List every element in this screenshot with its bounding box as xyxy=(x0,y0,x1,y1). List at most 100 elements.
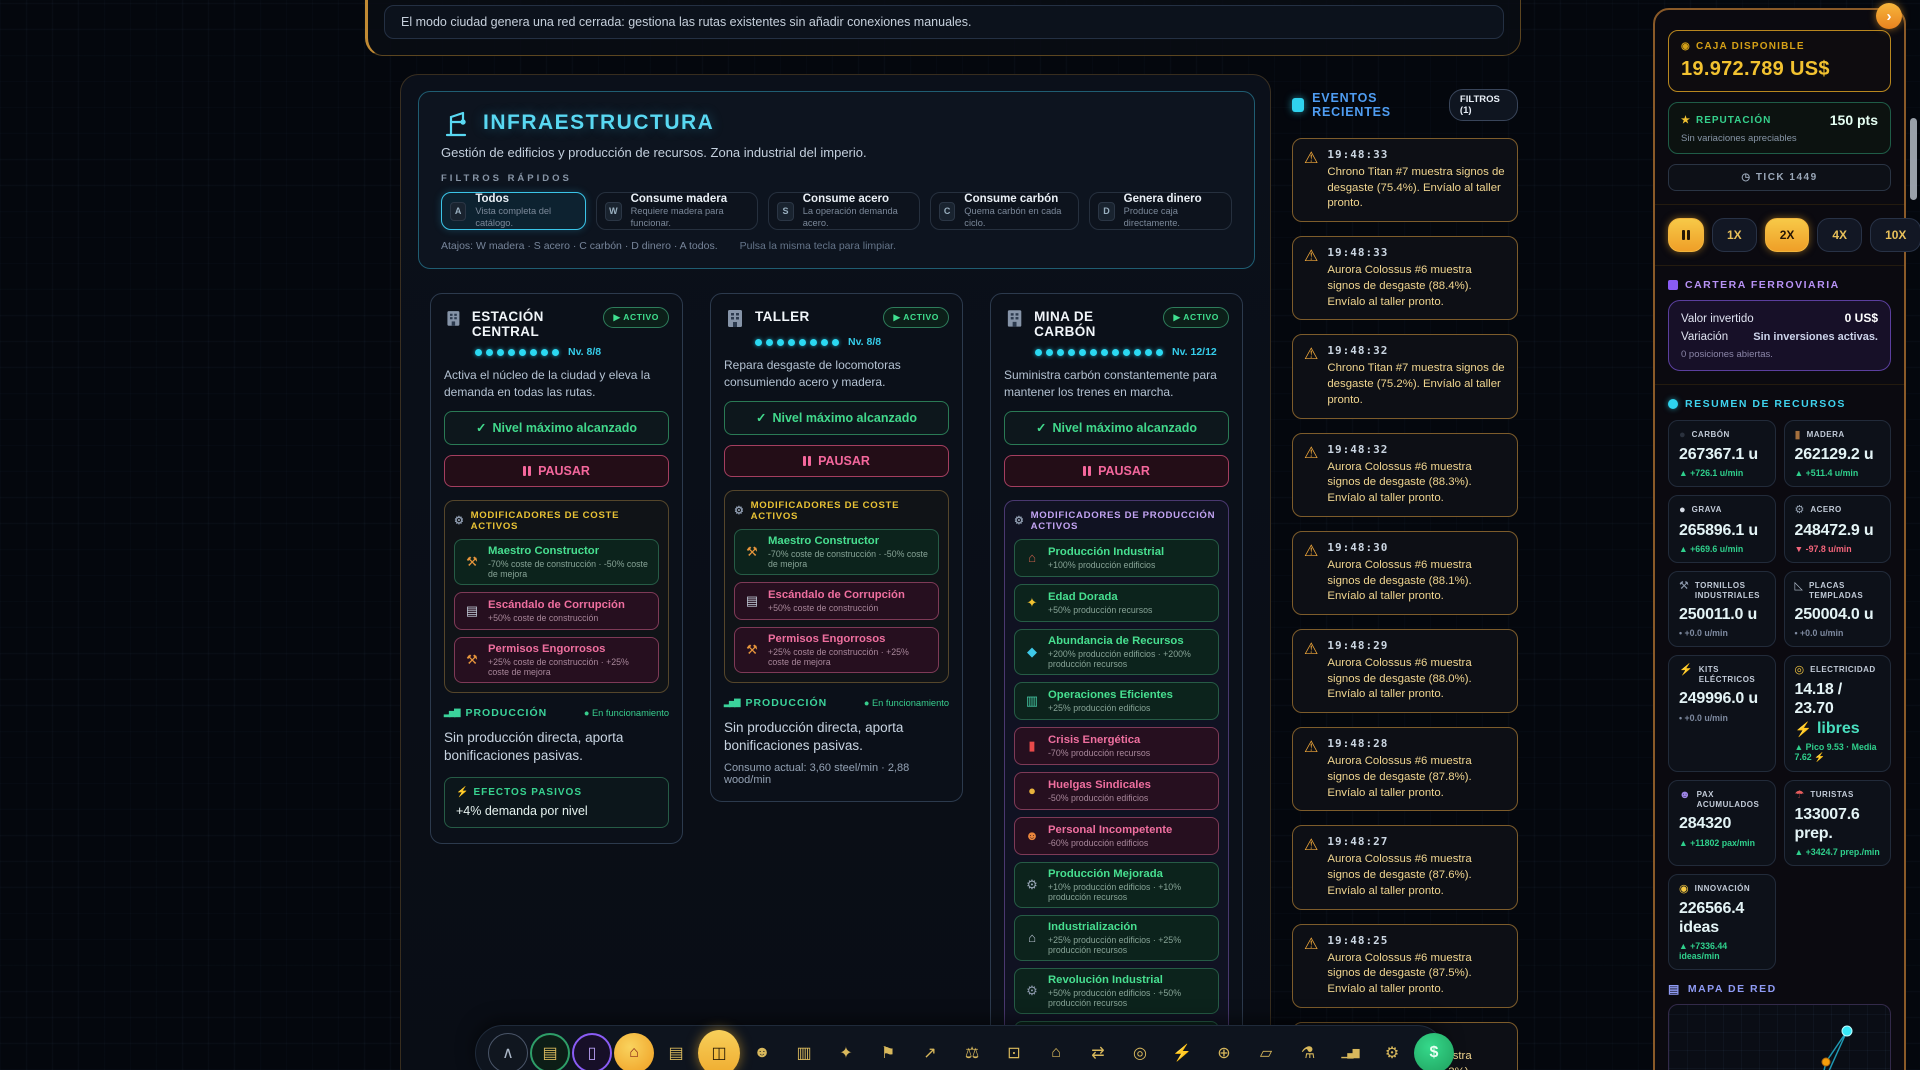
event-card: ⚠ 19:48:32 Chrono Titan #7 muestra signo… xyxy=(1292,334,1518,418)
modifier-icon: ⌂ xyxy=(1024,550,1040,565)
resources-icon xyxy=(1668,399,1678,409)
speed-button[interactable]: 4X xyxy=(1817,218,1862,252)
resource-card-electricity: ◎ELECTRICIDAD 14.18 / 23.70 ⚡libres ▲ Pi… xyxy=(1784,655,1892,772)
ticket-icon[interactable]: ▱ xyxy=(1246,1033,1286,1070)
resource-icon: ☻ xyxy=(1679,789,1691,801)
page-scrollbar[interactable] xyxy=(1910,118,1917,200)
filter-key-badge: S xyxy=(777,202,793,221)
warning-icon: ⚠ xyxy=(1304,148,1318,212)
globe-icon[interactable]: ⊕ xyxy=(1204,1033,1244,1070)
production-status: ● En funcionamiento xyxy=(864,698,949,708)
resource-card: ●GRAVA 265896.1 u ▲ +669.6 u/min xyxy=(1668,495,1776,562)
modifier-icon: ◆ xyxy=(1024,644,1040,660)
finance-icon[interactable]: $ xyxy=(1414,1033,1454,1070)
pause-button[interactable]: PAUSAR xyxy=(444,455,669,487)
filter-button[interactable]: A Todos Vista completa del catálogo. xyxy=(441,192,586,230)
building-card-estacion-central: ESTACIÓN CENTRAL ▶ ACTIVO Nv. 8/8 Activa… xyxy=(430,293,683,844)
modifier-row: ✦ Edad Dorada+50% producción recursos xyxy=(1014,584,1219,622)
modifier-icon: ⚒ xyxy=(744,544,760,560)
events-filters-button[interactable]: FILTROS (1) xyxy=(1449,89,1518,121)
map-icon[interactable]: ▤ xyxy=(656,1033,696,1070)
contracts-icon[interactable]: ▥ xyxy=(784,1033,824,1070)
modifier-row: ▤ Escándalo de Corrupción+50% coste de c… xyxy=(454,592,659,630)
idea-icon[interactable]: ◎ xyxy=(1120,1033,1160,1070)
events-title: EVENTOS RECIENTES xyxy=(1312,91,1441,119)
production-body: Sin producción directa, aporta bonificac… xyxy=(724,719,949,755)
bolt-icon: ⚡ xyxy=(1814,752,1825,762)
network-map[interactable] xyxy=(1668,1004,1891,1070)
modifier-row: ⚒ Maestro Constructor-70% coste de const… xyxy=(734,529,939,575)
level-dots: Nv. 12/12 xyxy=(1035,346,1229,358)
collapse-sidebar-button[interactable]: › xyxy=(1876,3,1902,29)
event-text: Chrono Titan #7 muestra signos de desgas… xyxy=(1327,361,1506,408)
page-title: INFRAESTRUCTURA xyxy=(483,111,714,135)
trend-icon[interactable]: ↗ xyxy=(910,1033,950,1070)
filter-desc: Quema carbón en cada ciclo. xyxy=(964,206,1066,228)
event-card: ⚠ 19:48:29 Aurora Colossus #6 muestra si… xyxy=(1292,629,1518,713)
modifier-row: ▮ Crisis Energética-70% producción recur… xyxy=(1014,727,1219,765)
filter-label: Genera dinero xyxy=(1124,193,1219,206)
sparkles-icon[interactable]: ✦ xyxy=(826,1033,866,1070)
workers-icon[interactable]: ☻ xyxy=(742,1033,782,1070)
portfolio-header: CARTERA FERROVIARIA xyxy=(1668,279,1891,291)
pause-icon xyxy=(1682,230,1690,240)
pause-speed-button[interactable] xyxy=(1668,218,1704,252)
filter-desc: Produce caja directamente. xyxy=(1124,206,1219,228)
flag-icon[interactable]: ⚑ xyxy=(868,1033,908,1070)
gear-icon: ⚙ xyxy=(454,514,465,527)
modifier-row: ◆ Abundancia de Recursos+200% producción… xyxy=(1014,629,1219,675)
warning-icon: ⚠ xyxy=(1304,344,1318,408)
status-badge: ▶ ACTIVO xyxy=(1163,307,1229,328)
resource-icon: ◉ xyxy=(1679,883,1689,895)
building-card-taller: TALLER ▶ ACTIVO Nv. 8/8 Repara desgaste … xyxy=(710,293,963,802)
speed-button[interactable]: 2X xyxy=(1765,218,1810,252)
pause-button[interactable]: PAUSAR xyxy=(1004,455,1229,487)
buildings-icon[interactable]: ◫ xyxy=(698,1030,740,1070)
map-mode-icon[interactable]: ▤ xyxy=(530,1033,570,1070)
filter-button[interactable]: S Consume acero La operación demanda ace… xyxy=(768,192,920,230)
warning-icon: ⚠ xyxy=(1304,443,1318,507)
resource-icon: ⚡ xyxy=(1679,664,1693,676)
filter-button[interactable]: D Genera dinero Produce caja directament… xyxy=(1089,192,1232,230)
building-icon xyxy=(724,307,746,329)
event-card: ⚠ 19:48:25 Aurora Colossus #6 muestra si… xyxy=(1292,924,1518,1008)
jar-mode-icon[interactable]: ▯ xyxy=(572,1033,612,1070)
stats-icon[interactable]: ▁▄▇ xyxy=(1330,1033,1370,1070)
production-body: Sin producción directa, aporta bonificac… xyxy=(444,729,669,765)
building-icon xyxy=(1004,307,1025,329)
event-card: ⚠ 19:48:28 Aurora Colossus #6 muestra si… xyxy=(1292,727,1518,811)
modifier-row: ⌂ Industrialización+25% producción edifi… xyxy=(1014,915,1219,961)
expand-dock-icon[interactable]: ∧ xyxy=(488,1033,528,1070)
speed-button[interactable]: 1X xyxy=(1712,218,1757,252)
tick-indicator[interactable]: ◷ TICK 1449 xyxy=(1668,164,1891,191)
modifier-icon: ⚒ xyxy=(744,642,760,658)
filter-button[interactable]: W Consume madera Requiere madera para fu… xyxy=(596,192,758,230)
bank-icon[interactable]: ⌂ xyxy=(1036,1033,1076,1070)
speed-controls: 1X 2X 4X 10X xyxy=(1668,218,1891,252)
consumption-line: Consumo actual: 3,60 steel/min · 2,88 wo… xyxy=(724,762,949,786)
building-name: ESTACIÓN CENTRAL xyxy=(472,307,595,339)
bottom-dock: ∧ ▤ ▯ ⌂ ▤ ◫ ☻ ▥ ✦ ⚑ ↗ ⚖ ⊡ ⌂ ⇄ ◎ ⚡ ⊕ ▱ ⚗ … xyxy=(475,1025,1445,1070)
factory-mode-icon[interactable]: ⌂ xyxy=(614,1033,654,1070)
modifier-icon: ⚒ xyxy=(464,554,480,570)
pause-button[interactable]: PAUSAR xyxy=(724,445,949,477)
energy-icon[interactable]: ⚡ xyxy=(1162,1033,1202,1070)
event-time: 19:48:28 xyxy=(1327,737,1506,750)
level-dots: Nv. 8/8 xyxy=(755,336,949,348)
exchange-icon[interactable]: ⇄ xyxy=(1078,1033,1118,1070)
filter-button[interactable]: C Consume carbón Quema carbón en cada ci… xyxy=(930,192,1079,230)
event-time: 19:48:33 xyxy=(1327,246,1506,259)
pause-icon xyxy=(523,466,531,476)
balance-icon[interactable]: ⚖ xyxy=(952,1033,992,1070)
settings-icon[interactable]: ⚙ xyxy=(1372,1033,1412,1070)
warning-icon: ⚠ xyxy=(1304,246,1318,310)
level-label: Nv. 8/8 xyxy=(568,346,601,358)
event-time: 19:48:29 xyxy=(1327,639,1506,652)
lab-icon[interactable]: ⚗ xyxy=(1288,1033,1328,1070)
filter-desc: Vista completa del catálogo. xyxy=(475,206,573,228)
network-map-header: ▤MAPA DE RED xyxy=(1668,982,1891,996)
building-name: TALLER xyxy=(755,307,810,324)
modifier-row: ⚙ Revolución Industrial+50% producción e… xyxy=(1014,968,1219,1014)
speed-button[interactable]: 10X xyxy=(1870,218,1920,252)
card-icon[interactable]: ⊡ xyxy=(994,1033,1034,1070)
